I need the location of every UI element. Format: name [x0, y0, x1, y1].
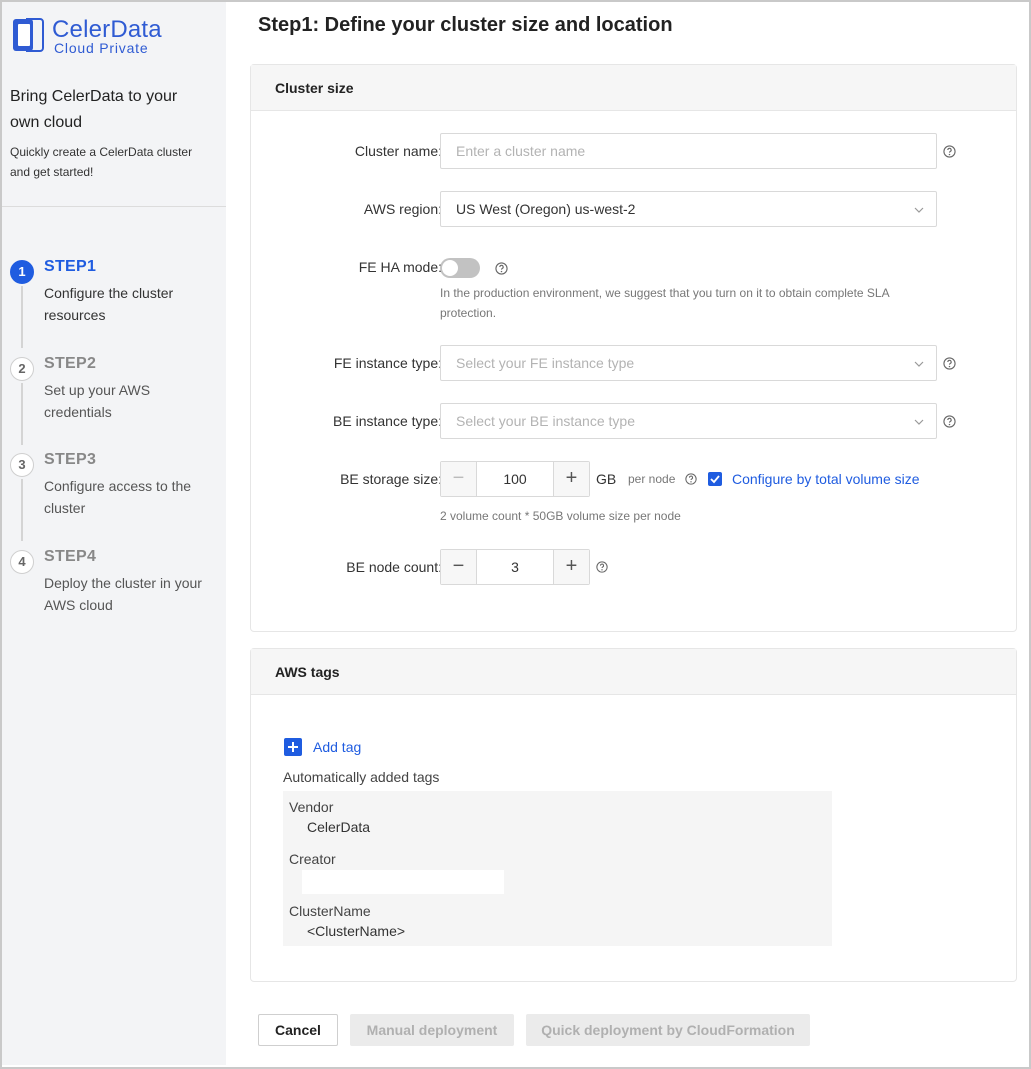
tag-value [302, 870, 504, 894]
storage-unit: GB [596, 471, 617, 487]
sidebar: CelerData Cloud Private Bring CelerData … [2, 2, 226, 1065]
step-connector [21, 479, 23, 541]
step-4-number: 4 [10, 550, 34, 574]
step-4[interactable]: 4 STEP4 Deploy the cluster in your AWS c… [10, 548, 220, 628]
fe-instance-type-placeholder: Select your FE instance type [456, 355, 635, 371]
plus-glyph [288, 742, 298, 752]
brand-subtitle: Cloud Private [54, 40, 149, 56]
be-instance-type-select[interactable]: Select your BE instance type [440, 403, 937, 439]
step-4-title: STEP4 [44, 548, 97, 565]
aws-region-label: AWS region: [363, 201, 442, 217]
cluster-size-header: Cluster size [251, 65, 1016, 111]
aws-tags-header: AWS tags [251, 649, 1016, 695]
be-storage-size-label: BE storage size: [340, 471, 442, 487]
tag-key: ClusterName [289, 903, 371, 919]
help-icon[interactable] [685, 473, 697, 485]
tag-key: Vendor [289, 799, 334, 815]
fe-ha-mode-label: FE HA mode: [358, 259, 442, 275]
quick-deployment-button[interactable]: Quick deployment by CloudFormation [526, 1014, 810, 1046]
tag-value: CelerData [307, 819, 371, 835]
be-node-count-stepper[interactable]: − 3 + [440, 549, 590, 585]
cluster-name-label: Cluster name: [354, 143, 442, 159]
sidebar-description: Quickly create a CelerData cluster and g… [10, 145, 193, 179]
be-node-count-label: BE node count: [346, 559, 442, 575]
plus-icon[interactable] [284, 738, 302, 756]
step-2-title: STEP2 [44, 355, 97, 372]
be-node-count-value[interactable]: 3 [477, 550, 553, 584]
cluster-name-input[interactable]: Enter a cluster name [440, 133, 937, 169]
step-connector [21, 286, 23, 348]
add-tag-button[interactable]: Add tag [313, 739, 361, 755]
step-3-title: STEP3 [44, 451, 97, 468]
step-1-description: Configure the cluster resources [44, 285, 174, 323]
brand-logo: CelerData Cloud Private [12, 16, 212, 60]
step-1-title: STEP1 [44, 258, 97, 275]
sidebar-title: Bring CelerData to your own cloud [10, 88, 178, 131]
step-3-description: Configure access to the cluster [44, 478, 192, 516]
toggle-knob [442, 260, 458, 276]
decrement-button[interactable]: − [441, 462, 477, 496]
manual-deployment-button[interactable]: Manual deployment [350, 1014, 514, 1046]
storage-note: 2 volume count * 50GB volume size per no… [440, 509, 681, 523]
help-icon[interactable] [943, 145, 956, 158]
configure-total-volume-checkbox[interactable] [708, 472, 722, 486]
step-1-number: 1 [10, 260, 34, 284]
per-node-label: per node [628, 472, 676, 486]
fe-instance-type-label: FE instance type: [333, 355, 442, 371]
page-title: Step1: Define your cluster size and loca… [258, 14, 673, 36]
chevron-down-icon [914, 419, 924, 425]
decrement-button[interactable]: − [441, 550, 477, 584]
step-1[interactable]: 1 STEP1 Configure the cluster resources [10, 258, 220, 348]
configure-total-volume-label[interactable]: Configure by total volume size [732, 471, 920, 487]
checkmark-icon [710, 475, 720, 484]
auto-tags-label: Automatically added tags [283, 769, 440, 785]
chevron-down-icon [914, 207, 924, 213]
step-4-description: Deploy the cluster in your AWS cloud [44, 575, 202, 613]
chevron-down-icon [914, 361, 924, 367]
be-instance-type-placeholder: Select your BE instance type [456, 413, 635, 429]
aws-region-select[interactable]: US West (Oregon) us-west-2 [440, 191, 937, 227]
help-icon[interactable] [495, 262, 508, 275]
help-icon[interactable] [943, 415, 956, 428]
cancel-button[interactable]: Cancel [258, 1014, 338, 1046]
step-3-number: 3 [10, 453, 34, 477]
tag-key: Creator [289, 851, 336, 867]
aws-region-value: US West (Oregon) us-west-2 [456, 201, 636, 217]
tag-value: <ClusterName> [307, 923, 406, 939]
be-storage-size-stepper[interactable]: − 100 + [440, 461, 590, 497]
increment-button[interactable]: + [553, 462, 589, 496]
fe-ha-mode-note-line2: protection. [440, 306, 497, 320]
be-storage-size-value[interactable]: 100 [477, 462, 553, 496]
fe-instance-type-select[interactable]: Select your FE instance type [440, 345, 937, 381]
step-2[interactable]: 2 STEP2 Set up your AWS credentials [10, 355, 220, 445]
step-connector [21, 383, 23, 445]
fe-ha-mode-toggle[interactable] [440, 258, 480, 278]
step-2-description: Set up your AWS credentials [44, 382, 151, 420]
fe-ha-mode-note-line1: In the production environment, we sugges… [440, 286, 890, 300]
help-icon[interactable] [943, 357, 956, 370]
help-icon[interactable] [596, 561, 608, 573]
step-3[interactable]: 3 STEP3 Configure access to the cluster [10, 451, 220, 541]
be-instance-type-label: BE instance type: [333, 413, 442, 429]
celerdata-logo-icon [13, 18, 44, 52]
step-2-number: 2 [10, 357, 34, 381]
increment-button[interactable]: + [553, 550, 589, 584]
sidebar-divider [2, 206, 226, 207]
